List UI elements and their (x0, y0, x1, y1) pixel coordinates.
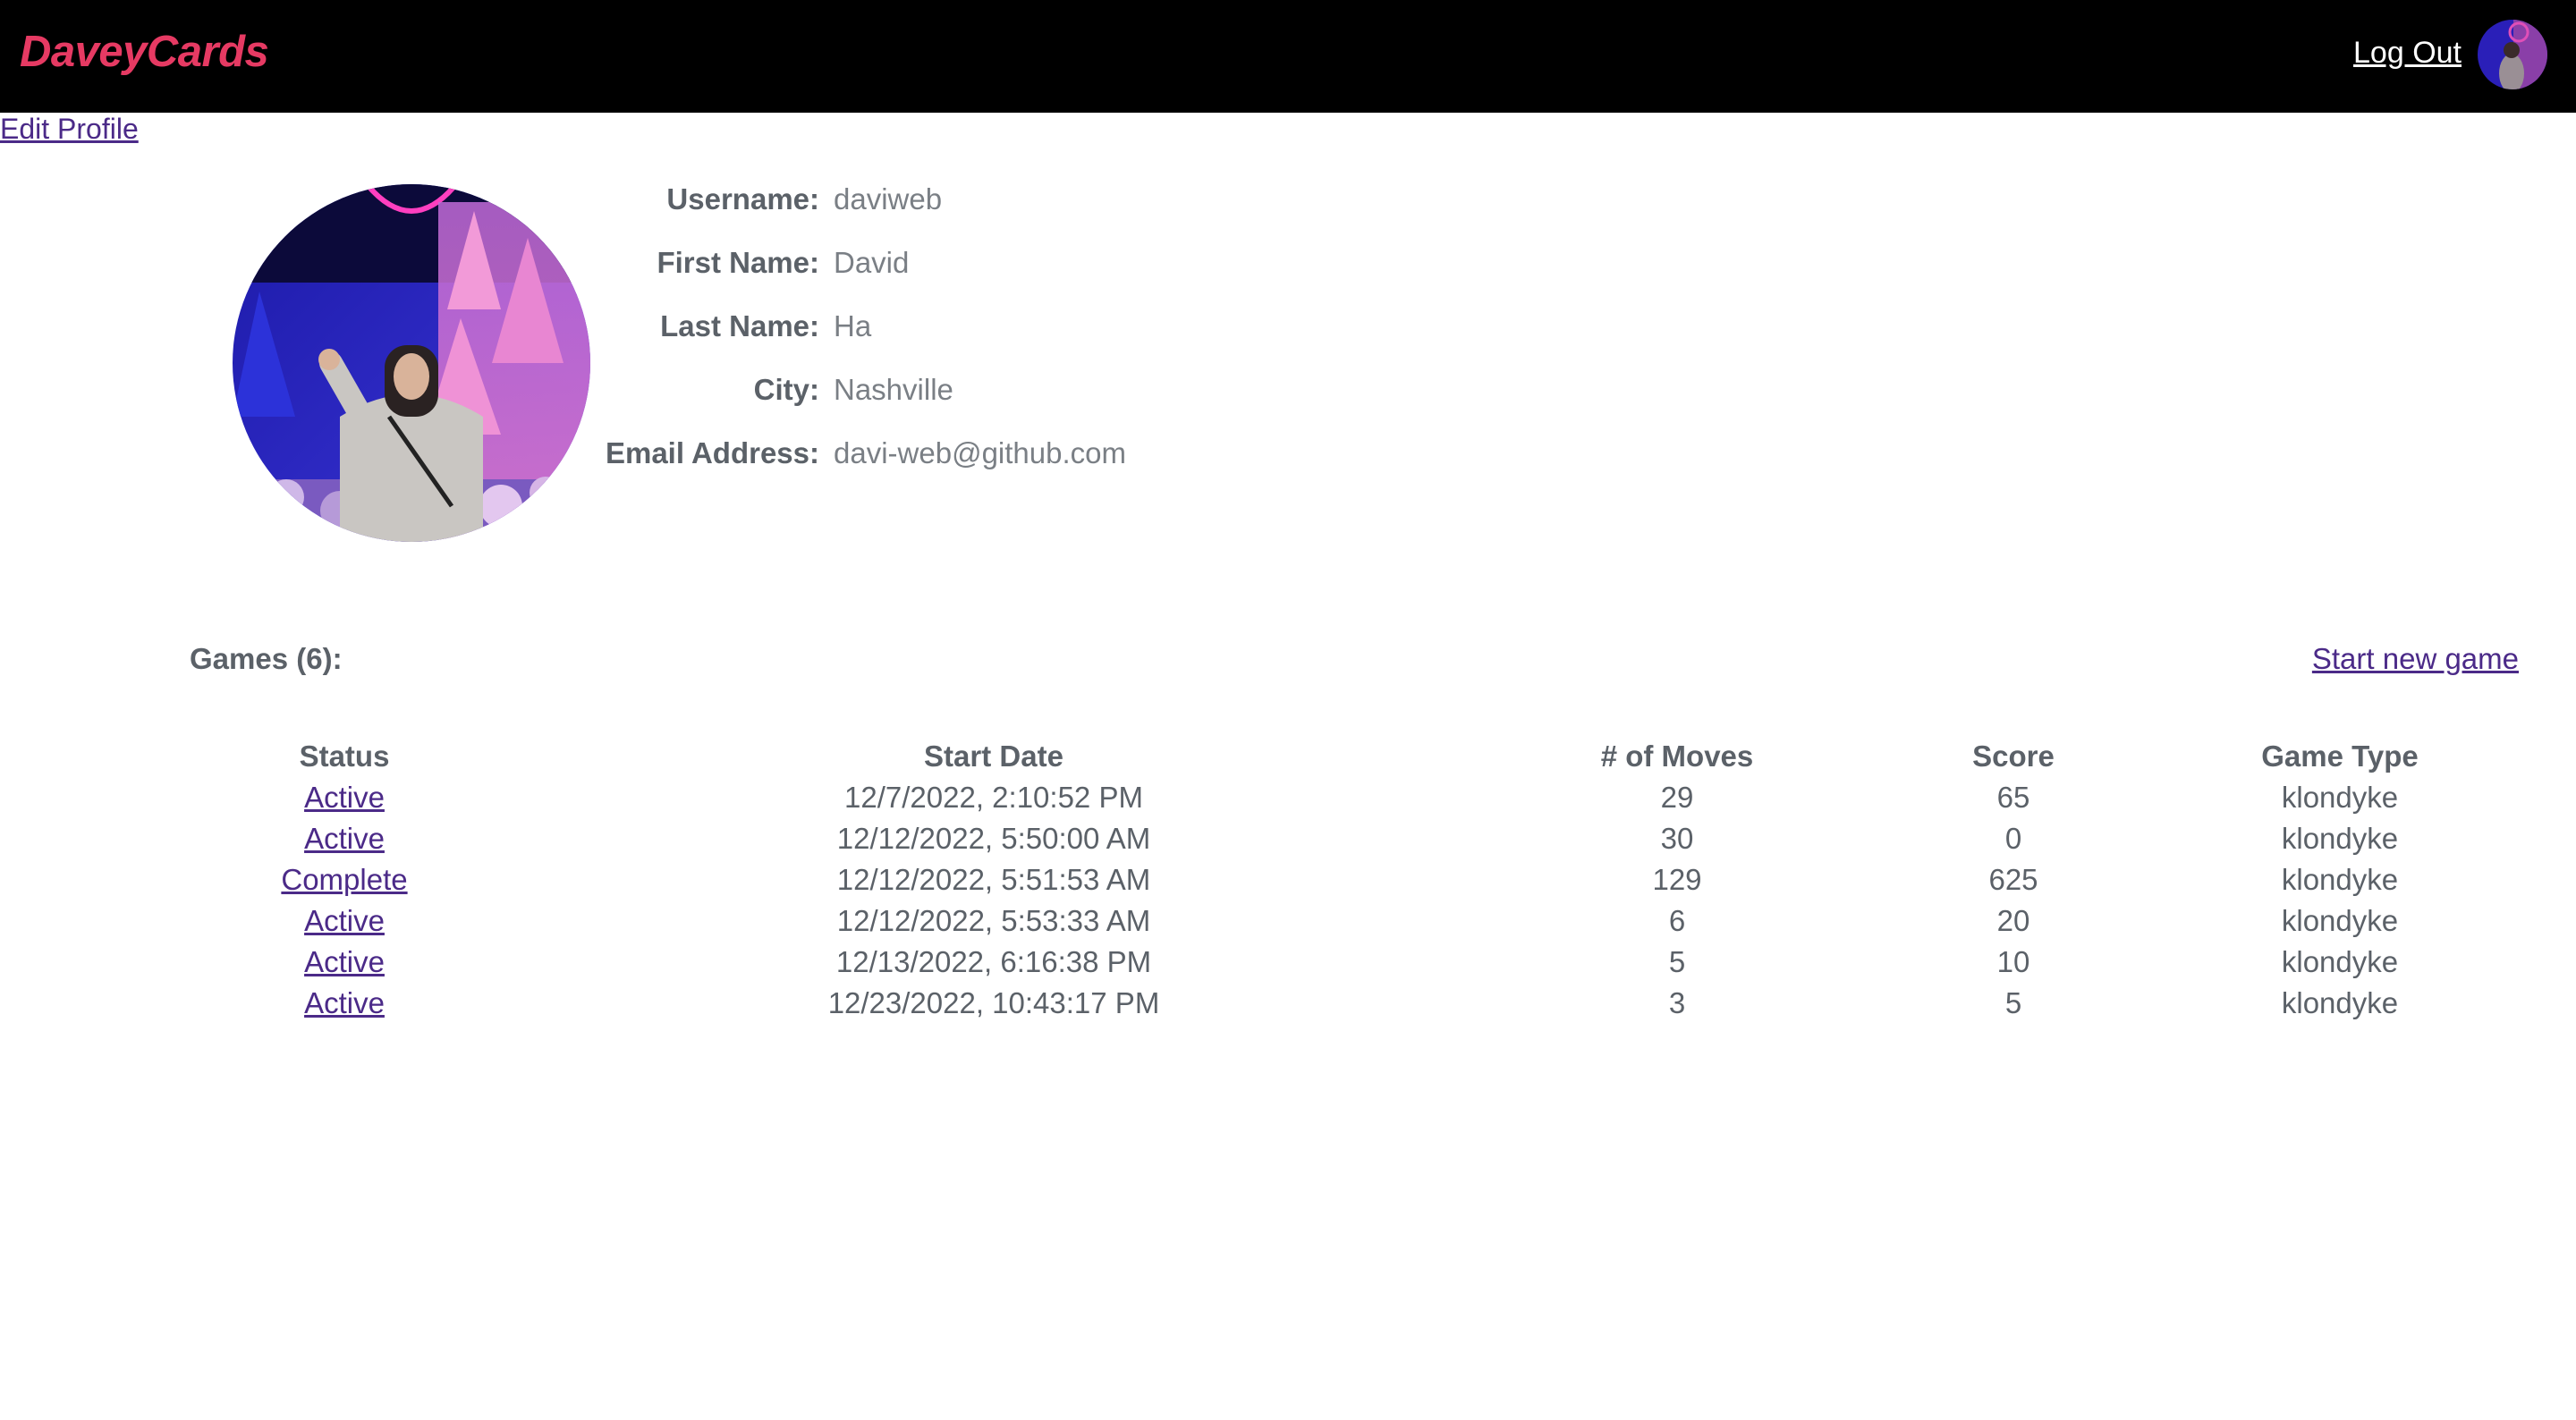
username-row: Username: daviweb (590, 179, 1395, 242)
start-new-game-link[interactable]: Start new game (2312, 642, 2519, 676)
username-value: daviweb (834, 182, 943, 216)
table-row: Active 12/13/2022, 6:16:38 PM 5 10 klond… (190, 942, 2519, 983)
start-date-cell: 12/23/2022, 10:43:17 PM (827, 986, 1160, 1019)
brand-logo[interactable]: DaveyCards (20, 27, 269, 77)
game-type-cell: klondyke (2281, 863, 2399, 896)
email-value: davi-web@github.com (834, 436, 1126, 469)
user-avatar[interactable] (2478, 20, 2547, 89)
game-status-link[interactable]: Active (304, 904, 385, 937)
score-cell: 65 (1996, 781, 2030, 814)
moves-cell: 3 (1668, 986, 1686, 1019)
moves-cell: 30 (1660, 822, 1694, 855)
score-cell: 10 (1996, 945, 2030, 978)
first-name-row: First Name: David (590, 242, 1395, 306)
email-label: Email Address: (605, 436, 819, 469)
column-header-start-date: Start Date (924, 740, 1063, 773)
score-cell: 625 (1988, 863, 2038, 896)
profile-info: Username: daviweb First Name: David Last… (590, 179, 1395, 496)
column-header-moves: # of Moves (1600, 740, 1754, 773)
game-status-link[interactable]: Active (304, 945, 385, 978)
game-status-link[interactable]: Complete (281, 863, 407, 896)
game-type-cell: klondyke (2281, 822, 2399, 855)
moves-cell: 29 (1660, 781, 1694, 814)
last-name-row: Last Name: Ha (590, 306, 1395, 369)
moves-cell: 6 (1668, 904, 1686, 937)
column-header-game-type: Game Type (2261, 740, 2419, 773)
column-header-score: Score (1972, 740, 2055, 773)
table-row: Active 12/23/2022, 10:43:17 PM 3 5 klond… (190, 983, 2519, 1024)
game-type-cell: klondyke (2281, 904, 2399, 937)
score-cell: 0 (2004, 822, 2022, 855)
logout-link[interactable]: Log Out (2353, 36, 2462, 71)
edit-profile-link[interactable]: Edit Profile (0, 113, 139, 146)
game-type-cell: klondyke (2281, 781, 2399, 814)
last-name-label: Last Name: (660, 309, 819, 342)
city-value: Nashville (834, 373, 953, 406)
profile-photo (233, 184, 590, 542)
table-row: Active 12/12/2022, 5:50:00 AM 30 0 klond… (190, 818, 2519, 859)
moves-cell: 5 (1668, 945, 1686, 978)
game-type-cell: klondyke (2281, 986, 2399, 1019)
top-navbar: DaveyCards Log Out (0, 0, 2576, 113)
score-cell: 5 (2004, 986, 2022, 1019)
email-row: Email Address: davi-web@github.com (590, 433, 1395, 496)
city-row: City: Nashville (590, 369, 1395, 433)
game-type-cell: klondyke (2281, 945, 2399, 978)
score-cell: 20 (1996, 904, 2030, 937)
games-heading: Games (6): (190, 642, 343, 675)
username-label: Username: (666, 182, 819, 216)
game-status-link[interactable]: Active (304, 781, 385, 814)
start-date-cell: 12/13/2022, 6:16:38 PM (835, 945, 1152, 978)
start-date-cell: 12/12/2022, 5:51:53 AM (836, 863, 1151, 896)
column-header-status: Status (299, 740, 390, 773)
table-header-row: Status Start Date # of Moves Score Game … (190, 736, 2519, 777)
last-name-value: Ha (834, 309, 872, 342)
start-date-cell: 12/12/2022, 5:53:33 AM (836, 904, 1151, 937)
first-name-label: First Name: (657, 246, 819, 279)
table-row: Active 12/12/2022, 5:53:33 AM 6 20 klond… (190, 900, 2519, 942)
start-date-cell: 12/7/2022, 2:10:52 PM (844, 781, 1143, 814)
table-row: Complete 12/12/2022, 5:51:53 AM 129 625 … (190, 859, 2519, 900)
city-label: City: (753, 373, 819, 406)
games-table: Status Start Date # of Moves Score Game … (190, 736, 2519, 1024)
moves-cell: 129 (1652, 863, 1702, 896)
table-row: Active 12/7/2022, 2:10:52 PM 29 65 klond… (190, 777, 2519, 818)
game-status-link[interactable]: Active (304, 986, 385, 1019)
game-status-link[interactable]: Active (304, 822, 385, 855)
start-date-cell: 12/12/2022, 5:50:00 AM (836, 822, 1151, 855)
first-name-value: David (834, 246, 910, 279)
